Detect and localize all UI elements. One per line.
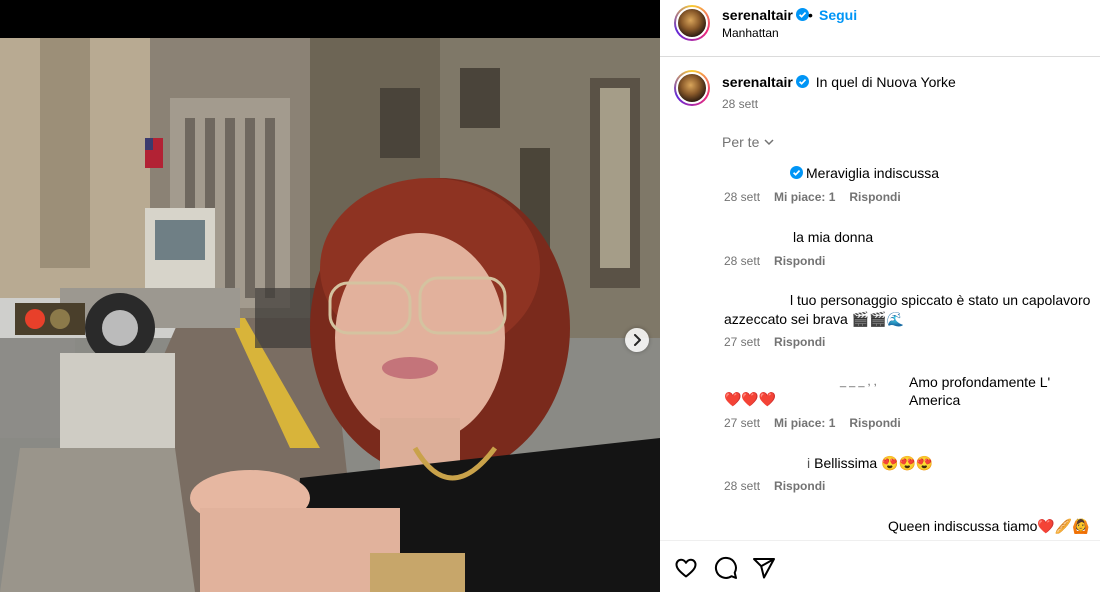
post-sidebar: serenaltair • Segui Manhattan serenaltai… [660,0,1100,592]
instagram-post-view: serenaltair • Segui Manhattan serenaltai… [0,0,1100,592]
verified-badge-icon [795,8,809,21]
chevron-down-icon [764,139,774,146]
media-panel [0,0,660,592]
comment-likes[interactable]: Mi piace: 1 [774,416,835,430]
comment-4-emoji: ❤️❤️❤️ [724,391,777,407]
caption-avatar[interactable] [674,70,710,106]
follow-button[interactable]: Segui [819,7,857,23]
verified-badge-icon [790,166,803,179]
comment-5-text: i Bellissima 😍😍😍 [807,454,933,472]
caption-text: In quel di Nuova Yorke [815,74,956,90]
reply-button[interactable]: Rispondi [849,190,900,204]
comment-timestamp[interactable]: 28 sett [724,190,760,204]
comment-6-text: Queen indiscussa tiamo❤️🥖🙆 [888,518,1090,534]
post-actions [660,540,1100,592]
comment-5-prefix: i [807,455,811,471]
caption: serenaltair In quel di Nuova Yorke [722,74,956,90]
comment-text: Meraviglia indiscussa [806,165,940,181]
comment-1-meta: 28 sett Mi piace: 1 Rispondi [724,190,901,204]
post-header: serenaltair • Segui Manhattan [660,0,1100,57]
share-icon[interactable] [752,556,776,580]
comment-5-meta: 28 sett Rispondi [724,479,825,493]
comment-timestamp[interactable]: 27 sett [724,335,760,349]
post-location[interactable]: Manhattan [722,26,779,40]
author-username-text[interactable]: serenaltair [722,7,793,23]
reply-button[interactable]: Rispondi [774,335,825,349]
comment-3-text-line1: l tuo personaggio spiccato è stato un ca… [790,292,1091,308]
comment-icon[interactable] [714,556,738,580]
post-photo[interactable] [0,38,660,592]
reply-button[interactable]: Rispondi [774,479,825,493]
caption-username[interactable]: serenaltair [722,74,793,90]
reply-button[interactable]: Rispondi [774,254,825,268]
like-icon[interactable] [674,556,698,580]
comment-4-prefix: _ _ _ , , [840,376,877,388]
next-arrow-icon [634,334,641,346]
author-avatar[interactable] [674,5,710,41]
comment-likes[interactable]: Mi piace: 1 [774,190,835,204]
verified-badge-icon [795,75,809,88]
reply-button[interactable]: Rispondi [849,416,900,430]
comment-timestamp[interactable]: 27 sett [724,416,760,430]
comment-timestamp[interactable]: 28 sett [724,254,760,268]
next-photo-button[interactable] [625,328,649,352]
comment-4-meta: 27 sett Mi piace: 1 Rispondi [724,416,901,430]
caption-timestamp[interactable]: 28 sett [722,97,758,111]
comment-4-text: Amo profondamente L' America [909,374,1051,408]
comment-3-meta: 27 sett Rispondi [724,335,825,349]
follow-separator: • [808,7,813,23]
comment-2-meta: 28 sett Rispondi [724,254,825,268]
photo-scene [0,38,660,592]
author-username[interactable]: serenaltair [722,7,809,23]
sort-label: Per te [722,134,760,150]
comment-3-text-line2: azzeccato sei brava 🎬🎬🌊 [724,311,904,327]
comment-text: Bellissima 😍😍😍 [814,455,934,471]
comment-1: Meraviglia indiscussa [790,164,939,182]
comment-2-text: la mia donna [793,229,874,245]
comment-sort-dropdown[interactable]: Per te [722,134,775,150]
comment-timestamp[interactable]: 28 sett [724,479,760,493]
